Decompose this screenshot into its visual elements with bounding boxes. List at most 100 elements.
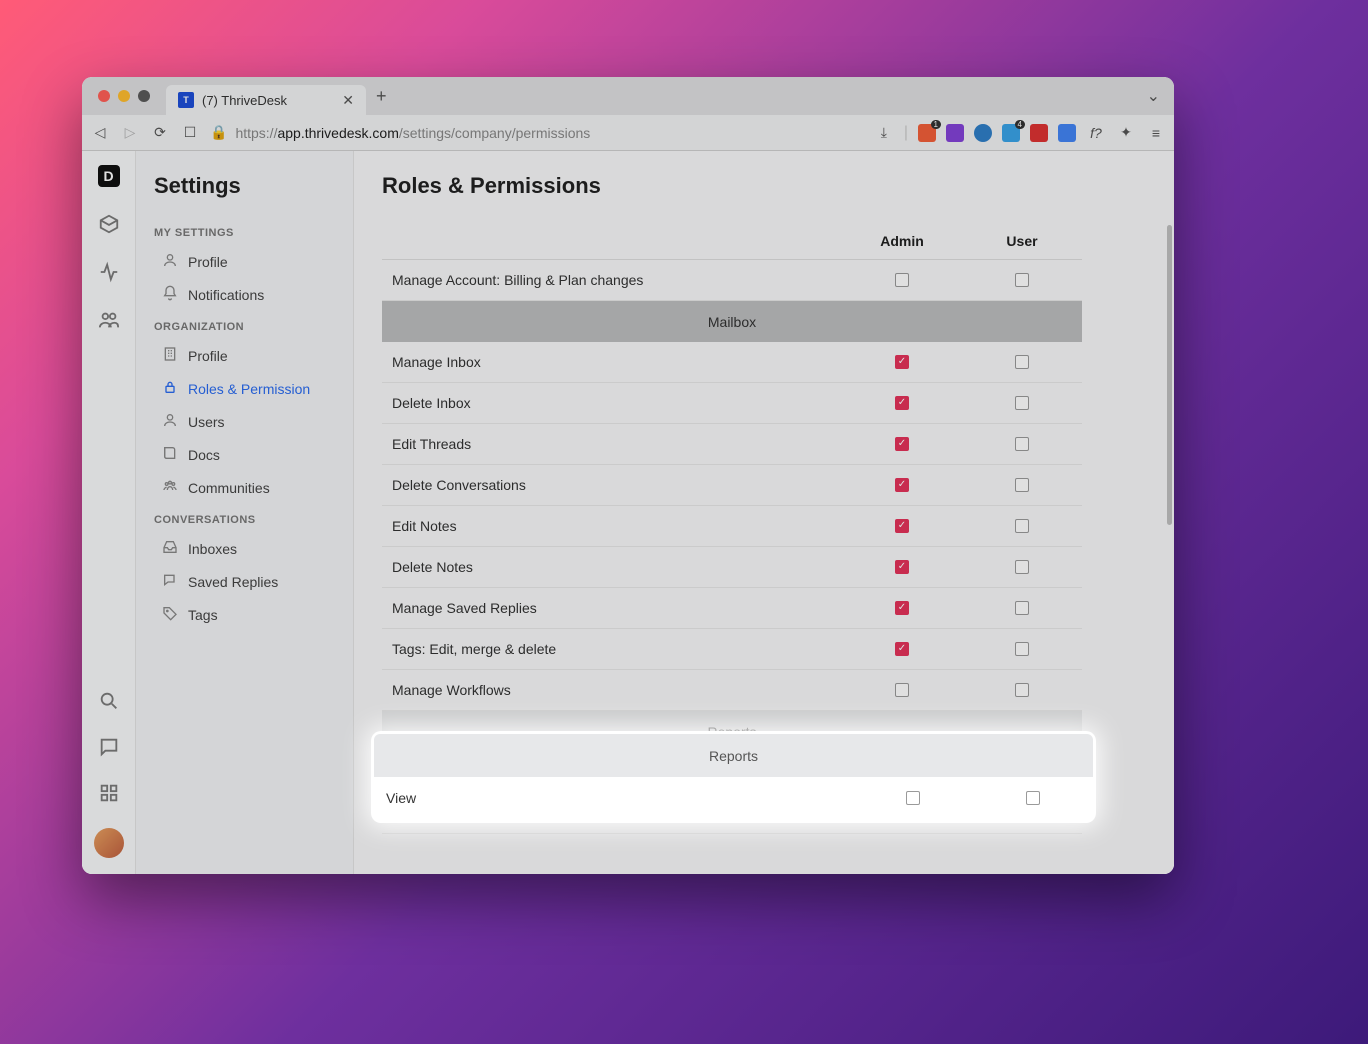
ext-icon[interactable] (1002, 124, 1020, 142)
activity-rail-icon[interactable] (98, 261, 120, 283)
checkbox-admin[interactable] (895, 765, 909, 779)
sidebar-item-users[interactable]: Users (136, 405, 353, 438)
close-tab-icon[interactable]: ✕ (342, 92, 354, 109)
permission-row: Tags: Edit, merge & delete (382, 629, 1082, 670)
user-icon (162, 412, 178, 431)
sidebar-item-label: Profile (188, 254, 228, 270)
reload-icon[interactable]: ⟳ (150, 124, 170, 141)
url-path: /settings/company/permissions (399, 125, 590, 141)
extensions-icon[interactable]: ✦ (1116, 124, 1136, 141)
checkbox-admin[interactable] (895, 601, 909, 615)
checkbox-admin[interactable] (895, 273, 909, 287)
sidebar-item-saved-replies[interactable]: Saved Replies (136, 565, 353, 598)
sidebar-item-docs[interactable]: Docs (136, 438, 353, 471)
sidebar-heading: My Settings (136, 217, 353, 245)
permissions-table: Admin User Manage Account: Billing & Pla… (382, 233, 1082, 834)
permission-row: View (382, 752, 1082, 793)
checkbox-user[interactable] (1015, 683, 1029, 697)
checkbox-user[interactable] (1015, 355, 1029, 369)
settings-sidebar: Settings My Settings Profile Notifications… (136, 151, 354, 874)
brave-shield-ext-icon[interactable] (918, 124, 936, 142)
permission-row: Delete Notes (382, 547, 1082, 588)
sidebar-title: Settings (136, 173, 353, 217)
checkbox-admin[interactable] (895, 396, 909, 410)
checkbox-admin[interactable] (895, 642, 909, 656)
checkbox-user[interactable] (1015, 396, 1029, 410)
ext-icon[interactable] (1058, 124, 1076, 142)
sidebar-item-profile[interactable]: Profile (136, 245, 353, 278)
checkbox-user[interactable] (1015, 601, 1029, 615)
extension-icons: ⤓ | f? ✦ ≡ (874, 124, 1166, 142)
permission-label: Delete Inbox (382, 395, 842, 411)
sidebar-item-label: Tags (188, 607, 218, 623)
permission-label: Delete Conversations (382, 477, 842, 493)
checkbox-admin[interactable] (895, 806, 909, 820)
tab-title: (7) ThriveDesk (202, 93, 287, 108)
chat-rail-icon[interactable] (98, 736, 120, 758)
tab-bar: T (7) ThriveDesk ✕ + ⌄ (82, 77, 1174, 115)
sidebar-item-notifications[interactable]: Notifications (136, 278, 353, 311)
ext-icon[interactable] (974, 124, 992, 142)
checkbox-admin[interactable] (895, 478, 909, 492)
column-header-user: User (962, 233, 1082, 249)
minimize-window-icon[interactable] (118, 90, 130, 102)
checkbox-user[interactable] (1015, 273, 1029, 287)
sidebar-item-label: Inboxes (188, 541, 237, 557)
permission-label: View (382, 764, 842, 780)
lock-icon: 🔒 (210, 124, 227, 141)
user-avatar[interactable] (94, 828, 124, 858)
url-bar: ◁ ▷ ⟳ ☐ 🔒 https://app.thrivedesk.com/set… (82, 115, 1174, 151)
checkbox-user[interactable] (1015, 642, 1029, 656)
sidebar-item-label: Notifications (188, 287, 264, 303)
sidebar-item-roles-permission[interactable]: Roles & Permission (136, 372, 353, 405)
sidebar-item-inboxes[interactable]: Inboxes (136, 532, 353, 565)
sidebar-item-label: Roles & Permission (188, 381, 310, 397)
sidebar-item-label: Profile (188, 348, 228, 364)
install-icon[interactable]: ⤓ (874, 124, 894, 141)
checkbox-user[interactable] (1015, 560, 1029, 574)
checkbox-user[interactable] (1015, 437, 1029, 451)
back-icon[interactable]: ◁ (90, 124, 110, 141)
bookmark-icon[interactable]: ☐ (180, 124, 200, 141)
forward-icon[interactable]: ▷ (120, 124, 140, 141)
url-field[interactable]: 🔒 https://app.thrivedesk.com/settings/co… (210, 124, 864, 141)
checkbox-user[interactable] (1015, 806, 1029, 820)
checkbox-admin[interactable] (895, 355, 909, 369)
tabs-dropdown-icon[interactable]: ⌄ (1147, 86, 1160, 106)
checkbox-admin[interactable] (895, 560, 909, 574)
tag-icon (162, 605, 178, 624)
search-rail-icon[interactable] (98, 690, 120, 712)
favicon-icon: T (178, 92, 194, 108)
checkbox-admin[interactable] (895, 519, 909, 533)
scrollbar-thumb[interactable] (1167, 225, 1172, 525)
checkbox-admin[interactable] (895, 683, 909, 697)
column-header-admin: Admin (842, 233, 962, 249)
building-icon (162, 346, 178, 365)
inbox-rail-icon[interactable] (98, 213, 120, 235)
ext-icon[interactable] (946, 124, 964, 142)
ext-icon[interactable] (1030, 124, 1048, 142)
browser-tab[interactable]: T (7) ThriveDesk ✕ (166, 85, 366, 115)
sidebar-item-communities[interactable]: Communities (136, 471, 353, 504)
people-rail-icon[interactable] (98, 309, 120, 331)
checkbox-admin[interactable] (895, 437, 909, 451)
browser-window: T (7) ThriveDesk ✕ + ⌄ ◁ ▷ ⟳ ☐ 🔒 https:/… (82, 77, 1174, 874)
sidebar-heading: Conversations (136, 504, 353, 532)
community-icon (162, 478, 178, 497)
browser-menu-icon[interactable]: ≡ (1146, 125, 1166, 141)
permission-row: Edit Notes (382, 506, 1082, 547)
apps-rail-icon[interactable] (98, 782, 120, 804)
close-window-icon[interactable] (98, 90, 110, 102)
ext-icon[interactable]: f? (1086, 125, 1106, 141)
checkbox-user[interactable] (1015, 519, 1029, 533)
checkbox-user[interactable] (1015, 765, 1029, 779)
sidebar-item-label: Users (188, 414, 225, 430)
permission-group-header: Mailbox (382, 301, 1082, 342)
table-header: Admin User (382, 233, 1082, 260)
app-logo-icon[interactable]: D (98, 165, 120, 187)
checkbox-user[interactable] (1015, 478, 1029, 492)
sidebar-item-profile[interactable]: Profile (136, 339, 353, 372)
sidebar-item-tags[interactable]: Tags (136, 598, 353, 631)
maximize-window-icon[interactable] (138, 90, 150, 102)
new-tab-button[interactable]: + (376, 86, 387, 107)
